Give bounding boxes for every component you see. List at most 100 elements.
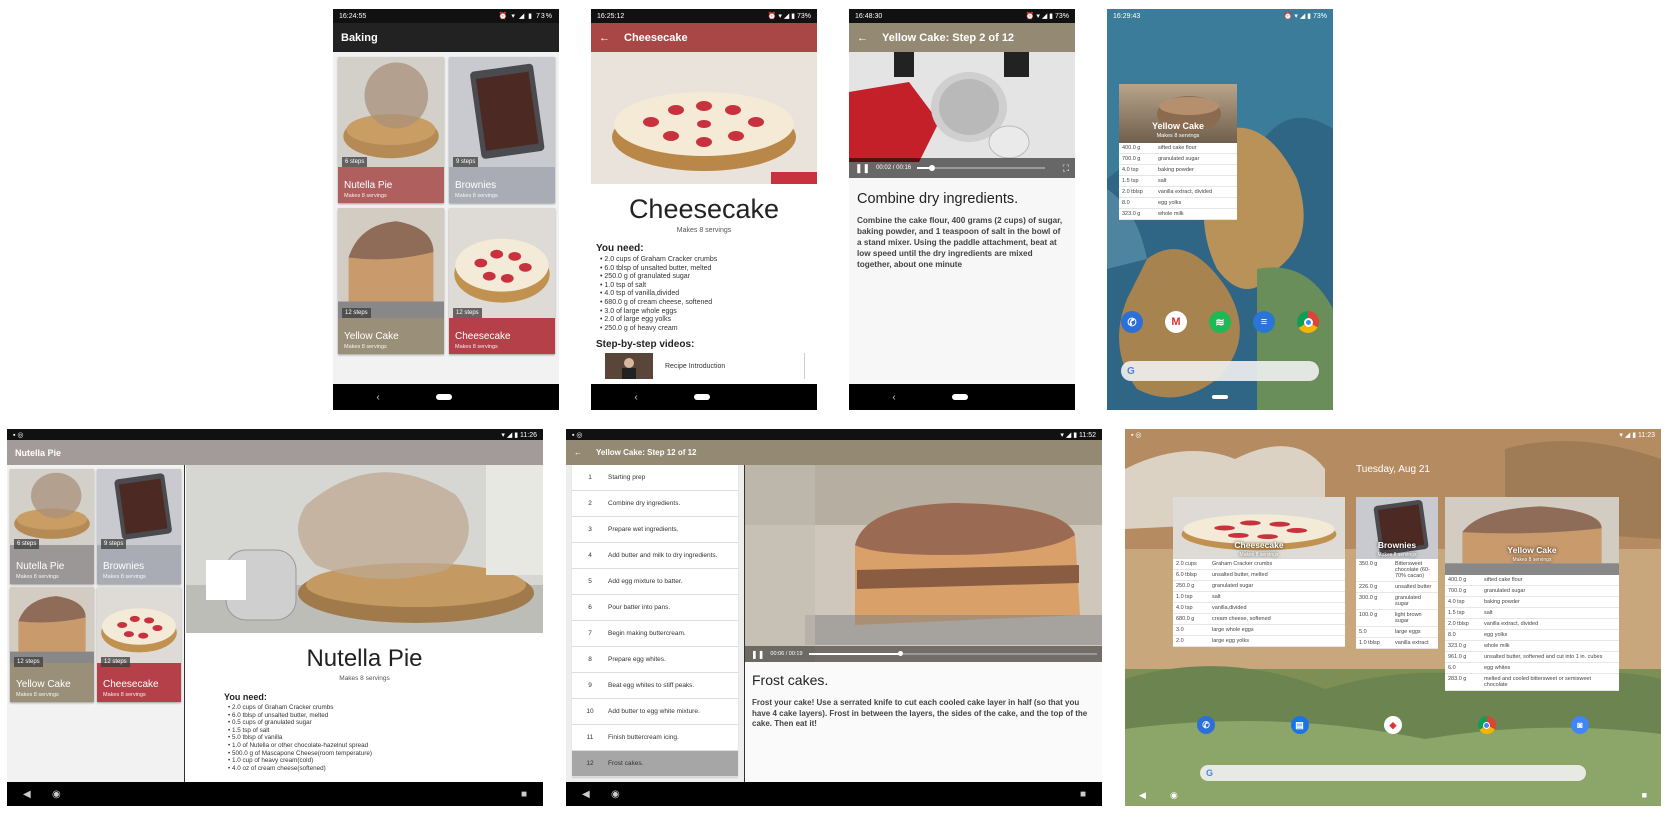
back-icon[interactable]: ‹ <box>376 392 379 403</box>
home-icon[interactable]: ◉ <box>611 789 620 800</box>
recipe-servings: Makes 8 servings <box>16 574 59 580</box>
back-icon[interactable]: ‹ <box>634 392 637 403</box>
recipe-card-cheesecake[interactable]: 12 steps Cheesecake Makes 8 servings <box>449 208 555 354</box>
step-list-item-6[interactable]: 6 Pour batter into pans. <box>572 595 738 621</box>
gmail-app-icon[interactable]: M <box>1165 311 1187 333</box>
video-scrub-handle[interactable] <box>929 165 936 171</box>
nutella-pie-photo <box>186 465 543 633</box>
maps-app-icon[interactable]: ◆ <box>1384 716 1402 734</box>
recipe-card-nutella-pie[interactable]: 6 steps Nutella Pie Makes 8 servings <box>10 469 94 584</box>
video-player[interactable]: ❚❚ 00:02 / 00:16 ⛶ <box>849 52 1075 178</box>
step-list-item-12[interactable]: 12 Frost cakes. <box>572 751 738 777</box>
recipe-card-brownies[interactable]: 9 steps Brownies Makes 8 servings <box>449 57 555 203</box>
recents-icon[interactable]: ■ <box>1642 790 1647 801</box>
ingredient-quantity: 100.0 g <box>1359 612 1378 618</box>
home-icon[interactable]: ◉ <box>1170 790 1178 801</box>
step-number: 1 <box>588 474 592 481</box>
step-list-item-1[interactable]: 1 Starting prep <box>572 465 738 491</box>
video-scrub-handle[interactable] <box>897 651 903 656</box>
pause-icon[interactable]: ❚❚ <box>751 650 764 659</box>
back-icon[interactable]: ◀ <box>582 789 590 800</box>
step-label: Combine dry ingredients. <box>608 500 681 507</box>
recipe-image <box>449 57 555 172</box>
google-search-bar[interactable]: G <box>1121 361 1319 381</box>
ingredient-item: 1.5 tsp of salt <box>228 727 543 735</box>
recipe-widget-yellow-cake[interactable]: Yellow Cake Makes 8 servings 400.0 g sift… <box>1445 497 1619 691</box>
home-icon[interactable] <box>951 394 968 400</box>
recipe-card-yellow-cake[interactable]: 12 steps Yellow Cake Makes 8 servings <box>338 208 444 354</box>
recipe-servings: Makes 8 servings <box>344 344 387 350</box>
recipe-widget-brownies[interactable]: Brownies Makes 8 servings 350.0 g Bitters… <box>1356 497 1438 649</box>
step-list-item-2[interactable]: 2 Combine dry ingredients. <box>572 491 738 517</box>
ingredient-item: 0.5 cups of granulated sugar <box>228 719 543 727</box>
spotify-app-icon[interactable]: ≋ <box>1209 311 1231 333</box>
back-arrow-icon[interactable]: ← <box>574 448 582 457</box>
video-player[interactable]: ❚❚ 00:06 / 00:19 <box>745 465 1102 662</box>
home-icon[interactable]: ◉ <box>52 789 61 800</box>
status-bar: ▪ ◎ ▾ ◢ ▮ 11:26 <box>7 429 543 440</box>
step-description: Combine the cake flour, 400 grams (2 cup… <box>857 216 1063 269</box>
ingredient-row: 1.0 tsp salt <box>1173 592 1345 603</box>
pause-icon[interactable]: ❚❚ <box>855 163 870 174</box>
status-notification-icons: ▪ ◎ <box>1131 431 1142 439</box>
recents-icon[interactable]: ■ <box>1080 789 1086 800</box>
step-list-item-8[interactable]: 8 Prepare egg whites. <box>572 647 738 673</box>
ingredient-item: 1.0 cup of heavy cream(cold) <box>228 757 543 765</box>
recipe-servings: Makes 8 servings <box>16 692 59 698</box>
ingredient-row: 8.0 egg yolks <box>1445 630 1619 641</box>
video-item[interactable]: Recipe Introduction <box>605 353 805 380</box>
card-footer: Nutella Pie Makes 8 servings <box>338 176 444 203</box>
step-list-item-5[interactable]: 5 Add egg mixture to batter. <box>572 569 738 595</box>
ingredient-row: 100.0 g light brown sugar <box>1356 610 1438 627</box>
back-icon[interactable]: ◀ <box>23 789 31 800</box>
recipe-card-nutella-pie[interactable]: 6 steps Nutella Pie Makes 8 servings <box>338 57 444 203</box>
chrome-app-icon[interactable] <box>1477 716 1496 734</box>
video-progress-bar[interactable] <box>808 651 1097 656</box>
video-progress-bar[interactable] <box>917 165 1045 171</box>
step-list-item-3[interactable]: 3 Prepare wet ingredients. <box>572 517 738 543</box>
phone-app-icon[interactable]: ✆ <box>1121 311 1143 333</box>
status-icons: ⏰ ▾ ◢ ▮ 73% <box>767 13 811 20</box>
messages-app-icon[interactable]: ▤ <box>1290 716 1309 734</box>
step-list-item-10[interactable]: 10 Add butter to egg white mixture. <box>572 699 738 725</box>
recipe-card-yellow-cake[interactable]: 12 steps Yellow Cake Makes 8 servings <box>10 587 94 702</box>
step-list-item-4[interactable]: 4 Add butter and milk to dry ingredients. <box>572 543 738 569</box>
ingredient-quantity: 283.0 g <box>1448 676 1467 682</box>
ingredient-quantity: 2.0 tblsp <box>1448 621 1469 627</box>
ingredient-item: 2.0 cups of Graham Cracker crumbs <box>228 704 543 712</box>
back-icon[interactable]: ‹ <box>892 392 895 403</box>
step-list-item-11[interactable]: 11 Finish buttercream icing. <box>572 725 738 751</box>
step-label: Frost cakes. <box>608 760 644 767</box>
recipe-widget-cheesecake[interactable]: Cheesecake Makes 8 servings 2.0 cups Grah… <box>1173 497 1345 647</box>
back-arrow-icon[interactable]: ← <box>599 32 610 44</box>
status-icons: ⏰ ▾ ◢ ▮ 73% <box>1025 13 1069 20</box>
ingredient-name: large egg yolks <box>1212 638 1249 644</box>
tablet-screen-step-detail: ▪ ◎ ▾ ◢ ▮ 11:52 ← Yellow Cake: Step 12 of … <box>566 429 1102 806</box>
status-time: 16:24:55 <box>339 12 367 20</box>
step-label: Starting prep <box>608 474 646 481</box>
chat-app-icon[interactable]: ≡ <box>1253 311 1275 333</box>
fullscreen-icon[interactable]: ⛶ <box>1063 163 1069 174</box>
phone-app-icon[interactable]: ✆ <box>1197 716 1215 734</box>
recipe-card-cheesecake[interactable]: 12 steps Cheesecake Makes 8 servings <box>97 587 181 702</box>
back-arrow-icon[interactable]: ← <box>857 32 868 44</box>
recipe-master-pane: 6 steps Nutella Pie Makes 8 servings 9 st… <box>7 465 185 782</box>
video-controls: ❚❚ 00:02 / 00:16 ⛶ <box>849 158 1075 178</box>
home-icon[interactable] <box>693 394 710 400</box>
ingredient-name: granulated sugar <box>1158 156 1200 162</box>
camera-app-icon[interactable]: ◙ <box>1571 716 1589 734</box>
app-title: Cheesecake <box>624 31 688 44</box>
recipe-card-brownies[interactable]: 9 steps Brownies Makes 8 servings <box>97 469 181 584</box>
video-frame <box>745 465 1102 662</box>
step-list-item-9[interactable]: 9 Beat egg whites to stiff peaks. <box>572 673 738 699</box>
recents-icon[interactable]: ■ <box>521 789 527 800</box>
google-search-bar[interactable]: G <box>1200 765 1586 781</box>
home-icon[interactable] <box>435 394 452 400</box>
home-indicator[interactable] <box>1212 395 1228 399</box>
chrome-app-icon[interactable] <box>1297 311 1319 333</box>
recipe-widget[interactable]: Yellow Cake Makes 8 servings 400.0 g sift… <box>1119 84 1237 234</box>
back-icon[interactable]: ◀ <box>1139 790 1146 801</box>
tablet-screen-master-detail: ▪ ◎ ▾ ◢ ▮ 11:26 Nutella Pie 6 steps Nutel… <box>7 429 543 806</box>
recipe-servings: Makes 8 servings <box>103 692 146 698</box>
step-list-item-7[interactable]: 7 Begin making buttercream. <box>572 621 738 647</box>
